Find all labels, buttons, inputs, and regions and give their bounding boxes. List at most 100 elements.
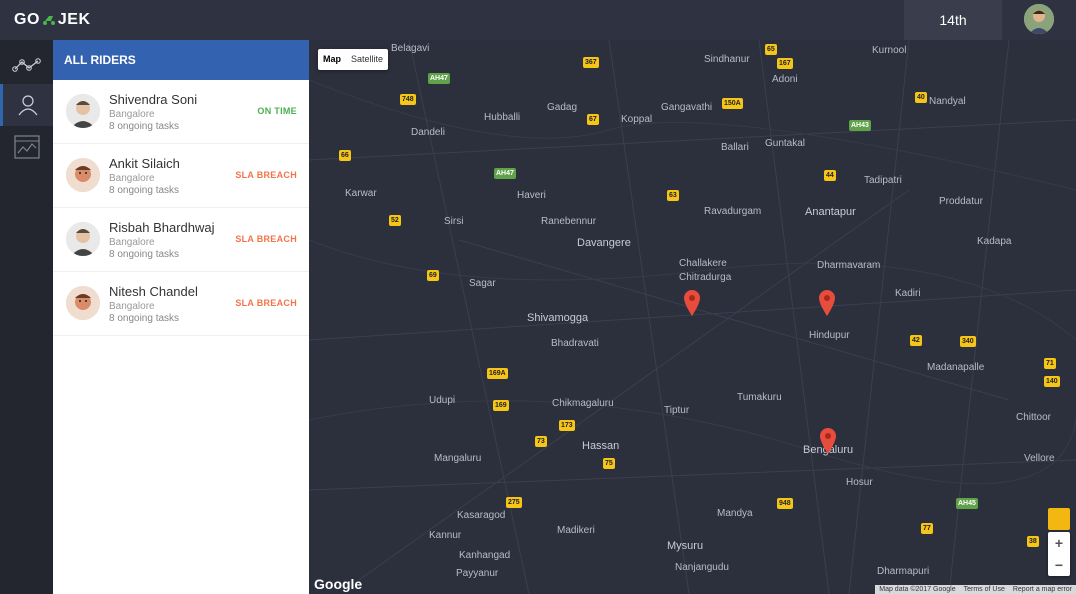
city-label: Mysuru — [667, 540, 704, 552]
highway-shield: 65 — [765, 44, 777, 55]
rider-city: Bangalore — [109, 237, 155, 248]
rider-avatar — [66, 222, 100, 256]
highway-shield: AH43 — [849, 120, 871, 131]
rider-row[interactable]: Shivendra Soni Bangalore 8 ongoing tasks… — [53, 80, 309, 144]
city-label: Madikeri — [557, 525, 595, 536]
rider-city: Bangalore — [109, 301, 155, 312]
city-label: Kannur — [429, 530, 462, 541]
city-label: Sagar — [469, 278, 496, 289]
rider-status-badge: ON TIME — [257, 106, 297, 116]
highway-shield: 140 — [1044, 376, 1060, 387]
rider-status-badge: SLA BREACH — [235, 298, 297, 308]
street-view-pegman-icon[interactable] — [1048, 508, 1070, 530]
report-map-error-link[interactable]: Report a map error — [1009, 585, 1076, 594]
city-label: Kanhangad — [459, 550, 511, 561]
map-data-credit: Map data ©2017 Google — [879, 586, 956, 593]
map-view[interactable]: Map Satellite Belagavi Sindhanur Kurnool… — [309, 40, 1076, 594]
rider-status-badge: SLA BREACH — [235, 170, 297, 180]
city-label: Tumakuru — [737, 392, 782, 403]
city-label: Hubballi — [484, 112, 521, 123]
highway-shield: 52 — [389, 215, 401, 226]
top-bar: GO JEK 14th January'16 — [0, 0, 1076, 68]
left-navigation — [0, 40, 53, 594]
date-display[interactable]: 14th January'16 — [904, 0, 1002, 68]
app-logo[interactable]: GO JEK — [14, 11, 91, 29]
zoom-controls: + − — [1048, 532, 1070, 576]
highway-shield: 71 — [1044, 358, 1056, 369]
highway-shield: 275 — [506, 497, 522, 508]
city-label: Gangavathi — [661, 102, 713, 113]
highway-shield: 73 — [535, 436, 547, 447]
city-label: Adoni — [772, 74, 798, 85]
user-avatar[interactable] — [1024, 4, 1054, 34]
rider-city: Bangalore — [109, 173, 155, 184]
rider-avatar — [66, 286, 100, 320]
zoom-in-button[interactable]: + — [1048, 532, 1070, 554]
city-label: Ballari — [721, 142, 749, 153]
google-logo: Google — [314, 576, 363, 592]
city-label: Payyanur — [456, 568, 499, 579]
zoom-out-button[interactable]: − — [1048, 554, 1070, 576]
city-label: Chitradurga — [679, 272, 732, 283]
map-type-map-button[interactable]: Map — [318, 49, 346, 70]
user-icon — [18, 95, 38, 116]
city-label: Ravadurgam — [704, 206, 762, 217]
map-type-satellite-button[interactable]: Satellite — [346, 49, 388, 70]
city-label: Dandeli — [411, 127, 445, 138]
rider-row[interactable]: Ankit Silaich Bangalore 8 ongoing tasks … — [53, 144, 309, 208]
rider-avatar — [66, 94, 100, 128]
city-label: Hindupur — [809, 330, 850, 341]
city-label: Kadapa — [977, 236, 1012, 247]
rider-location-pin-icon[interactable] — [820, 428, 836, 454]
analytics-icon — [13, 135, 40, 159]
highway-shield: 63 — [667, 190, 679, 201]
city-label: Proddatur — [939, 196, 983, 207]
city-label: Kasaragod — [457, 510, 506, 521]
city-label: Kurnool — [872, 45, 907, 56]
city-label: Udupi — [429, 395, 456, 406]
rider-row[interactable]: Risbah Bhardhwaj Bangalore 8 ongoing tas… — [53, 208, 309, 272]
map-roads — [309, 40, 1076, 594]
rider-location-pin-icon[interactable] — [819, 290, 835, 316]
terms-of-use-link[interactable]: Terms of Use — [960, 585, 1009, 594]
highway-shield: 75 — [603, 458, 615, 469]
highway-shield: 69 — [427, 270, 439, 281]
highway-shield: 150A — [722, 98, 743, 109]
city-label: Haveri — [517, 190, 546, 201]
nav-riders[interactable] — [0, 84, 53, 126]
city-label: Hassan — [582, 440, 620, 452]
city-label: Chittoor — [1016, 412, 1052, 423]
rider-city: Bangalore — [109, 109, 155, 120]
city-label: Kadiri — [895, 288, 921, 299]
highway-shield: 367 — [583, 57, 599, 68]
city-label: Vellore — [1024, 453, 1055, 464]
rider-name: Shivendra Soni — [109, 92, 198, 107]
city-label: Koppal — [621, 114, 653, 125]
rider-tasks: 8 ongoing tasks — [109, 249, 180, 260]
city-label: Chikmagaluru — [552, 398, 614, 409]
rider-name: Nitesh Chandel — [109, 284, 198, 299]
panel-title: ALL RIDERS — [53, 40, 309, 80]
highway-shield: 38 — [1027, 536, 1039, 547]
city-label: Sirsi — [444, 216, 464, 227]
highway-shield: AH45 — [956, 498, 978, 509]
city-label: Karwar — [345, 188, 377, 199]
rider-location-pin-icon[interactable] — [684, 290, 700, 316]
nav-analytics[interactable] — [0, 126, 53, 168]
city-label: Ranebennur — [541, 216, 597, 227]
rider-row[interactable]: Nitesh Chandel Bangalore 8 ongoing tasks… — [53, 272, 309, 336]
city-label: Mandya — [717, 508, 753, 519]
city-label: Gadag — [547, 102, 578, 113]
map-type-toggle[interactable]: Map Satellite — [318, 49, 389, 70]
city-label: Sindhanur — [704, 54, 750, 65]
rider-tasks: 8 ongoing tasks — [109, 313, 180, 324]
rider-tasks: 8 ongoing tasks — [109, 121, 180, 132]
highway-shield: 44 — [824, 170, 836, 181]
rider-name: Ankit Silaich — [109, 156, 180, 171]
city-label: Shivamogga — [527, 312, 589, 324]
city-label: Guntakal — [765, 138, 806, 149]
nav-routes[interactable] — [0, 44, 53, 86]
route-graph-icon — [11, 58, 41, 72]
scooter-icon — [42, 16, 55, 25]
highway-shield: AH47 — [494, 168, 516, 179]
